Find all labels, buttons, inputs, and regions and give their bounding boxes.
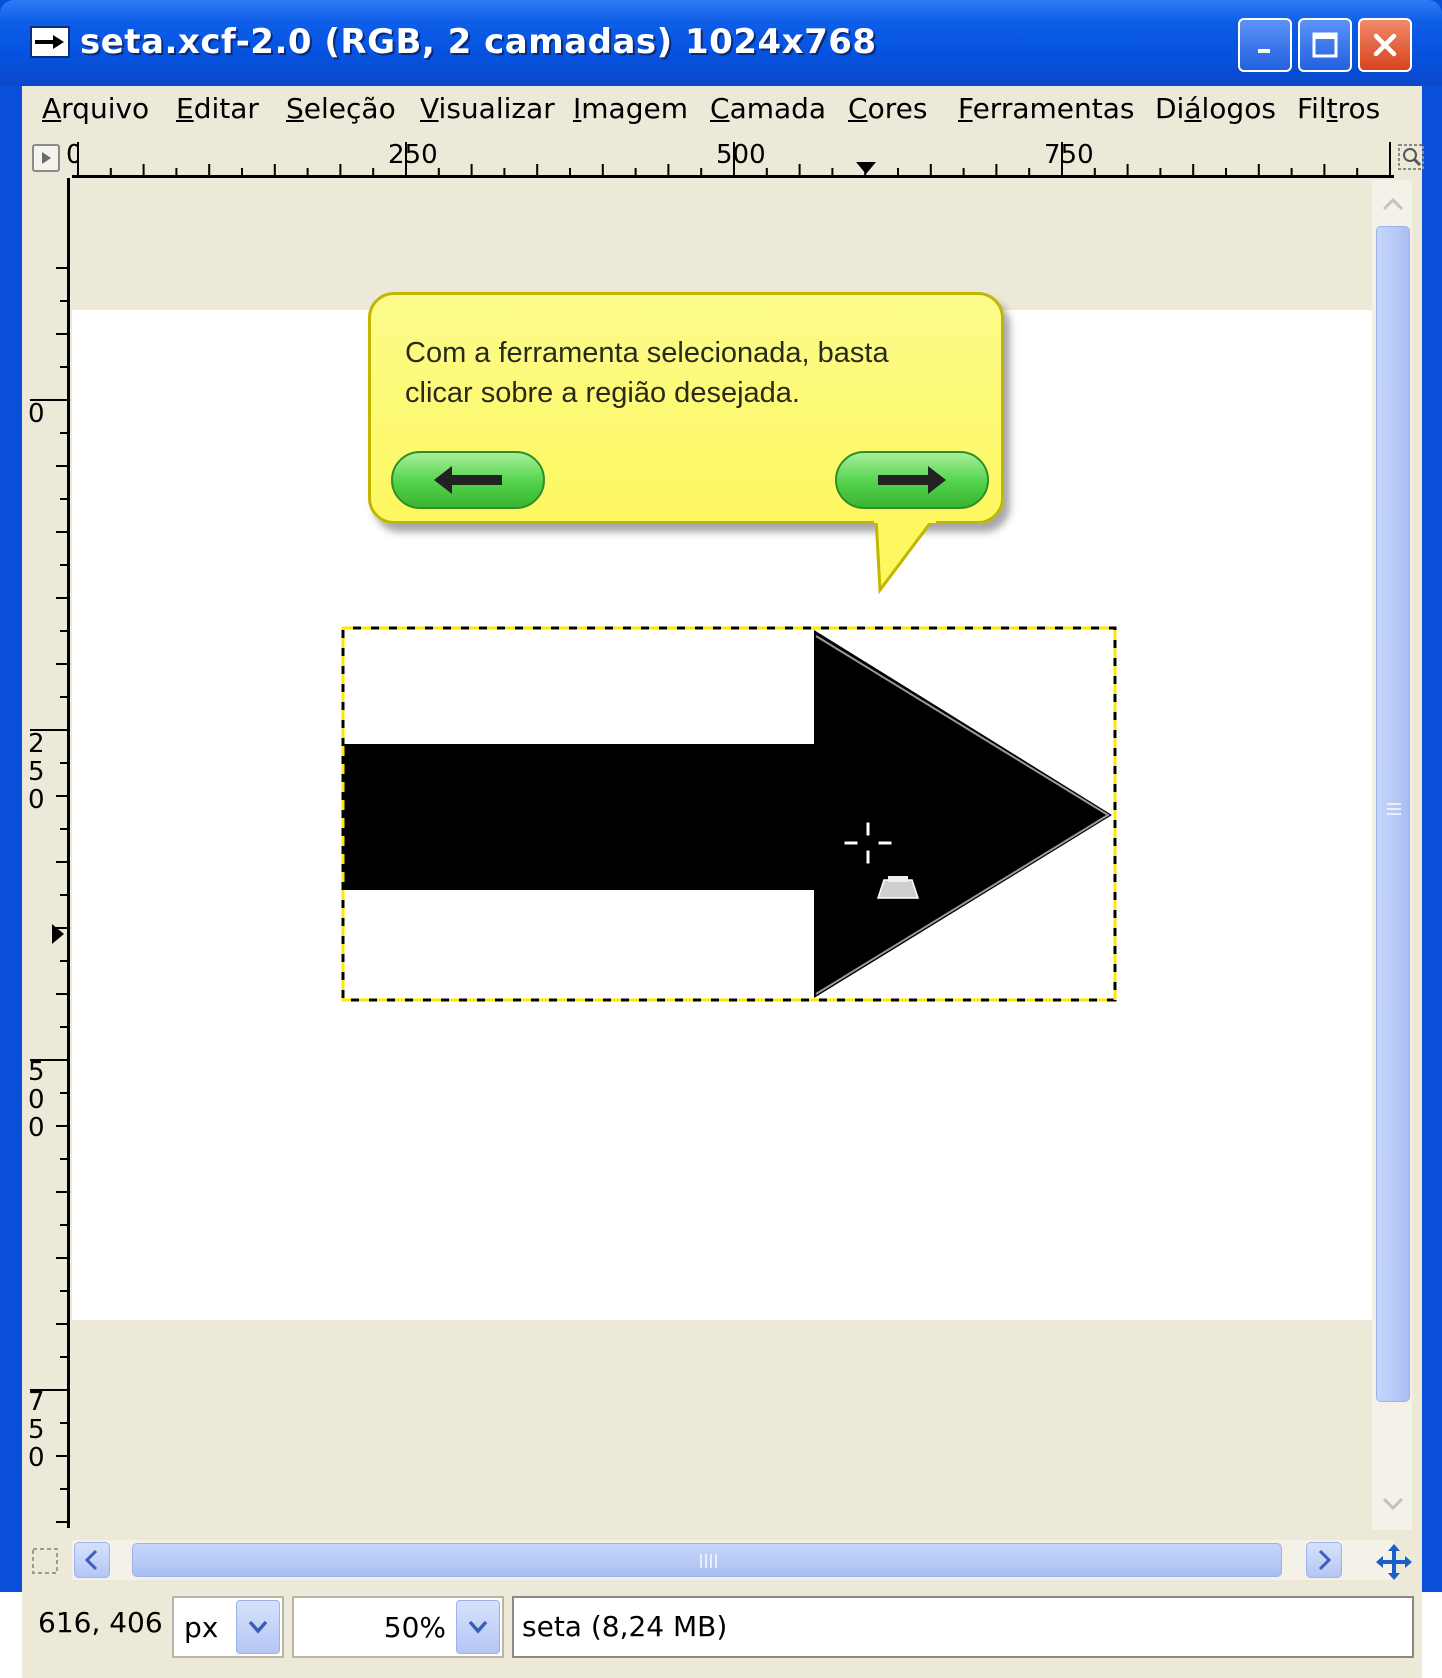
unit-value: px (184, 1610, 219, 1644)
zoom-dropdown-button[interactable] (456, 1600, 500, 1654)
horizontal-ruler[interactable]: 0 250 500 750 (66, 138, 1394, 178)
menu-arquivo[interactable]: Arquivo (42, 92, 149, 125)
menu-label: ditar (193, 92, 259, 125)
menu-ferramentas[interactable]: Ferramentas (958, 92, 1134, 125)
ruler-label-750: 750 (1044, 140, 1094, 170)
menu-bar: Arquivo Editar Seleção Visualizar Imagem… (22, 86, 1422, 136)
chevron-down-icon (468, 1620, 488, 1634)
unit-selector[interactable]: px (172, 1596, 284, 1658)
status-bar: 616, 406 px 50% seta (8,24 MB) (22, 1584, 1422, 1678)
zoom-selector[interactable]: 50% (292, 1596, 504, 1658)
menu-label: isualizar (438, 92, 555, 125)
menu-label: amada (729, 92, 827, 125)
vertical-scroll-thumb[interactable] (1376, 226, 1410, 1402)
horizontal-scroll-thumb[interactable] (132, 1543, 1282, 1577)
scroll-down-button[interactable] (1376, 1484, 1410, 1524)
grip-icon (1387, 803, 1401, 815)
vruler-label-250: 250 (28, 729, 45, 815)
arrow-right-icon (878, 466, 946, 494)
vertical-ruler-ticks (30, 267, 70, 1523)
quick-mask-menu-button[interactable] (32, 144, 60, 172)
zoom-value: 50% (383, 1610, 446, 1644)
menu-camada[interactable]: Camada (710, 92, 826, 125)
menu-mnemonic: E (176, 92, 194, 125)
menu-mnemonic: C (848, 92, 868, 125)
select-by-color-cursor-icon (876, 876, 920, 899)
menu-label: rquivo (61, 92, 150, 125)
menu-mnemonic: á (1184, 92, 1202, 125)
tutorial-text-line-1: Com a ferramenta selecionada, basta (405, 337, 889, 369)
grip-icon (700, 1554, 717, 1568)
minimize-button[interactable] (1238, 18, 1292, 72)
tutorial-text-line-2: clicar sobre a região desejada. (405, 377, 800, 409)
ruler-label-500: 500 (716, 140, 766, 170)
pointer-coordinates: 616, 406 (38, 1606, 163, 1639)
menu-mnemonic: S (286, 92, 304, 125)
vruler-label-750: 750 (28, 1387, 45, 1473)
menu-mnemonic: C (710, 92, 730, 125)
menu-imagem[interactable]: Imagem (573, 92, 688, 125)
black-arrow-shape (342, 630, 1112, 998)
status-info-field: seta (8,24 MB) (512, 1596, 1414, 1658)
unit-dropdown-button[interactable] (236, 1600, 280, 1654)
menu-filtros[interactable]: Filtros (1297, 92, 1380, 125)
vertical-scrollbar[interactable] (1372, 180, 1412, 1530)
tutorial-next-button[interactable] (835, 451, 989, 509)
tutorial-balloon: Com a ferramenta selecionada, basta clic… (368, 292, 1004, 524)
gimp-image-window: seta.xcf-2.0 (RGB, 2 camadas) 1024x768 A… (0, 0, 1442, 1678)
close-button[interactable] (1358, 18, 1412, 72)
title-bar[interactable]: seta.xcf-2.0 (RGB, 2 camadas) 1024x768 (0, 0, 1442, 86)
tutorial-text: Com a ferramenta selecionada, basta clic… (405, 333, 985, 413)
menu-mnemonic: F (958, 92, 973, 125)
menu-mnemonic: A (42, 92, 62, 125)
navigate-image-button[interactable] (1374, 1542, 1414, 1582)
menu-label: ros (1337, 92, 1381, 125)
quick-mask-icon (32, 1548, 58, 1574)
menu-label: Di (1155, 92, 1185, 125)
menu-editar[interactable]: Editar (176, 92, 259, 125)
chevron-down-icon (248, 1620, 268, 1634)
toggle-quick-mask-button[interactable] (30, 1546, 60, 1576)
menu-visualizar[interactable]: Visualizar (420, 92, 555, 125)
menu-label: Fil (1297, 92, 1327, 125)
vruler-label-500: 500 (28, 1057, 45, 1143)
window-title: seta.xcf-2.0 (RGB, 2 camadas) 1024x768 (80, 22, 877, 62)
menu-label: eleção (303, 92, 396, 125)
pointer-position-marker (856, 162, 876, 174)
menu-cores[interactable]: Cores (848, 92, 927, 125)
zoom-fit-icon[interactable] (1398, 144, 1424, 170)
menu-label: ores (867, 92, 928, 125)
vruler-label-0: 0 (28, 399, 45, 429)
menu-label: logos (1201, 92, 1276, 125)
menu-label: magem (581, 92, 688, 125)
tutorial-previous-button[interactable] (391, 451, 545, 509)
navigation-move-icon (1376, 1544, 1412, 1580)
menu-dialogos[interactable]: Diálogos (1155, 92, 1276, 125)
maximize-button[interactable] (1298, 18, 1352, 72)
menu-mnemonic: V (420, 92, 439, 125)
scroll-up-button[interactable] (1376, 184, 1410, 224)
ruler-label-0: 0 (66, 140, 78, 170)
menu-selecao[interactable]: Seleção (286, 92, 396, 125)
vertical-ruler[interactable]: 0 250 500 750 (22, 178, 70, 1528)
ruler-label-250: 250 (388, 140, 438, 170)
vertical-pointer-marker (52, 924, 64, 944)
balloon-tail (874, 518, 936, 595)
menu-label: erramentas (972, 92, 1135, 125)
image-window-icon[interactable] (30, 26, 70, 58)
scroll-right-button[interactable] (1306, 1542, 1342, 1578)
arrow-left-icon (434, 466, 502, 494)
scroll-left-button[interactable] (74, 1542, 110, 1578)
menu-mnemonic: t (1326, 92, 1338, 125)
horizontal-scrollbar[interactable] (72, 1540, 1394, 1580)
